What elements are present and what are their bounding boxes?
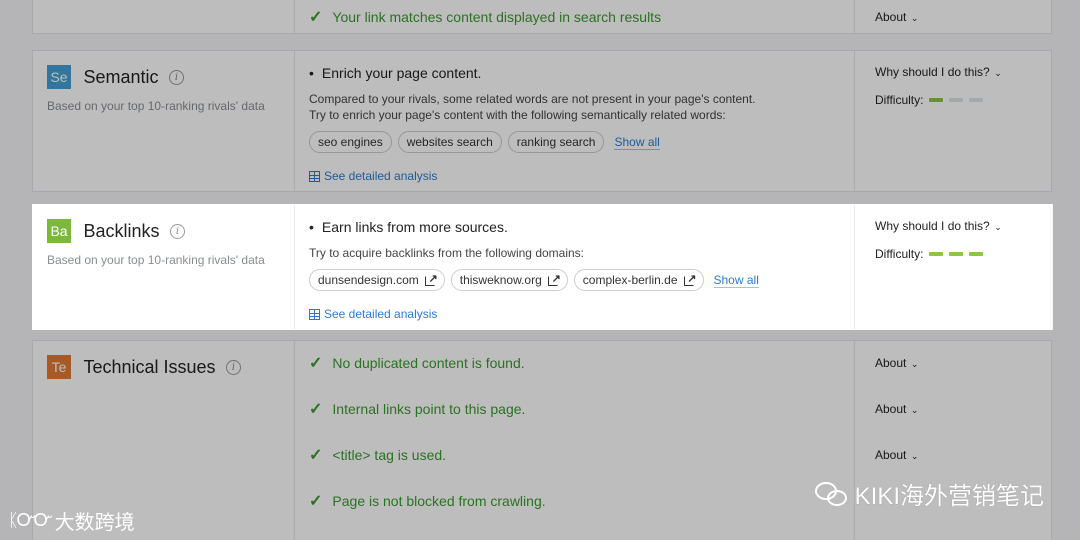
idea-description: Try to acquire backlinks from the follow… [309,246,585,260]
external-link-icon [424,271,438,287]
info-icon[interactable]: i [168,69,184,85]
watermark-left: ᛕᏅᏅ 大数跨境 [8,510,135,534]
section-title: Semantic [83,66,159,87]
why-should-i-do-this-dropdown[interactable]: Why should I do this? ⌄ [875,65,1031,79]
difficulty-indicator: Difficulty: [875,93,1031,107]
chevron-down-icon: ⌄ [908,451,919,461]
about-dropdown[interactable]: About ⌄ [875,445,1031,465]
check-text: Your link matches content displayed in s… [332,9,662,25]
check-text: Page is not blocked from crawling. [332,493,546,509]
section-subtitle: Based on your top 10-ranking rivals' dat… [47,253,265,267]
check-row: ✓ <title> tag is used. [309,445,840,465]
difficulty-dash [949,98,964,102]
keyword-tag[interactable]: ranking search [507,131,605,153]
backlinks-card: Ba Backlinks i Based on your top 10-rank… [32,204,1052,330]
check-text: Internal links point to this page. [332,401,526,417]
section-subtitle: Based on your top 10-ranking rivals' dat… [47,99,265,113]
external-link-icon [547,271,561,287]
about-dropdown[interactable]: About ⌄ [875,7,1031,27]
show-all-link[interactable]: Show all [614,135,660,150]
see-detailed-analysis-link[interactable]: See detailed analysis [309,307,840,321]
check-row: ✓ Internal links point to this page. [309,399,840,419]
top-partial-card: ✓ Your link matches content displayed in… [32,0,1052,34]
idea-description: Compared to your rivals, some related wo… [309,92,756,106]
wechat-icon [814,480,849,508]
difficulty-dash [969,252,984,256]
external-link-icon [683,271,697,287]
check-row: ✓ Your link matches content displayed in… [309,7,840,27]
chevron-down-icon: ⌄ [991,68,1002,78]
dim-overlay [0,204,32,330]
brand-logo-icon: ᛕᏅᏅ [8,510,53,530]
about-dropdown[interactable]: About ⌄ [875,399,1031,419]
chevron-down-icon: ⌄ [908,405,919,415]
show-all-link[interactable]: Show all [713,273,759,288]
domain-tag[interactable]: dunsendesign.com [309,269,445,291]
backlinks-badge: Ba [47,219,71,243]
about-dropdown[interactable]: About ⌄ [875,353,1031,373]
semantic-badge: Se [47,65,71,89]
difficulty-dash [929,98,944,102]
check-icon: ✓ [309,355,323,372]
table-icon [309,308,320,320]
tag-list: seo engines websites search ranking sear… [309,131,840,153]
watermark-right: KIKI海外营销笔记 [814,476,1044,511]
difficulty-dash [929,252,944,256]
check-icon: ✓ [309,401,323,418]
check-icon: ✓ [309,493,323,510]
see-detailed-analysis-link[interactable]: See detailed analysis [309,169,840,183]
dim-overlay [1053,204,1080,330]
info-icon[interactable]: i [225,359,241,375]
section-title: Technical Issues [83,356,216,377]
domain-tag[interactable]: complex-berlin.de [573,269,704,291]
why-should-i-do-this-dropdown[interactable]: Why should I do this? ⌄ [875,219,1031,233]
section-title: Backlinks [83,220,160,241]
idea-bullet: Earn links from more sources. [309,219,840,235]
check-icon: ✓ [309,9,323,26]
difficulty-indicator: Difficulty: [875,247,1031,261]
idea-description: Try to enrich your page's content with t… [309,108,726,122]
chevron-down-icon: ⌄ [991,222,1002,232]
check-text: No duplicated content is found. [332,355,525,371]
chevron-down-icon: ⌄ [908,359,919,369]
keyword-tag[interactable]: seo engines [309,131,392,153]
seo-ideas-page: ✓ Your link matches content displayed in… [0,0,1080,540]
keyword-tag[interactable]: websites search [397,131,502,153]
check-text: <title> tag is used. [332,447,447,463]
table-icon [309,170,320,182]
check-row: ✓ No duplicated content is found. [309,353,840,373]
difficulty-dash [969,98,984,102]
difficulty-dash [949,252,964,256]
chevron-down-icon: ⌄ [908,13,919,23]
domain-tag[interactable]: thisweknow.org [450,269,568,291]
info-icon[interactable]: i [169,223,185,239]
technical-badge: Te [47,355,71,379]
check-icon: ✓ [309,447,323,464]
check-row: ✓ Page is not blocked from crawling. [309,491,840,511]
idea-bullet: Enrich your page content. [309,65,840,81]
domain-list: dunsendesign.com thisweknow.org complex-… [309,269,840,291]
semantic-card: Se Semantic i Based on your top 10-ranki… [32,50,1052,192]
